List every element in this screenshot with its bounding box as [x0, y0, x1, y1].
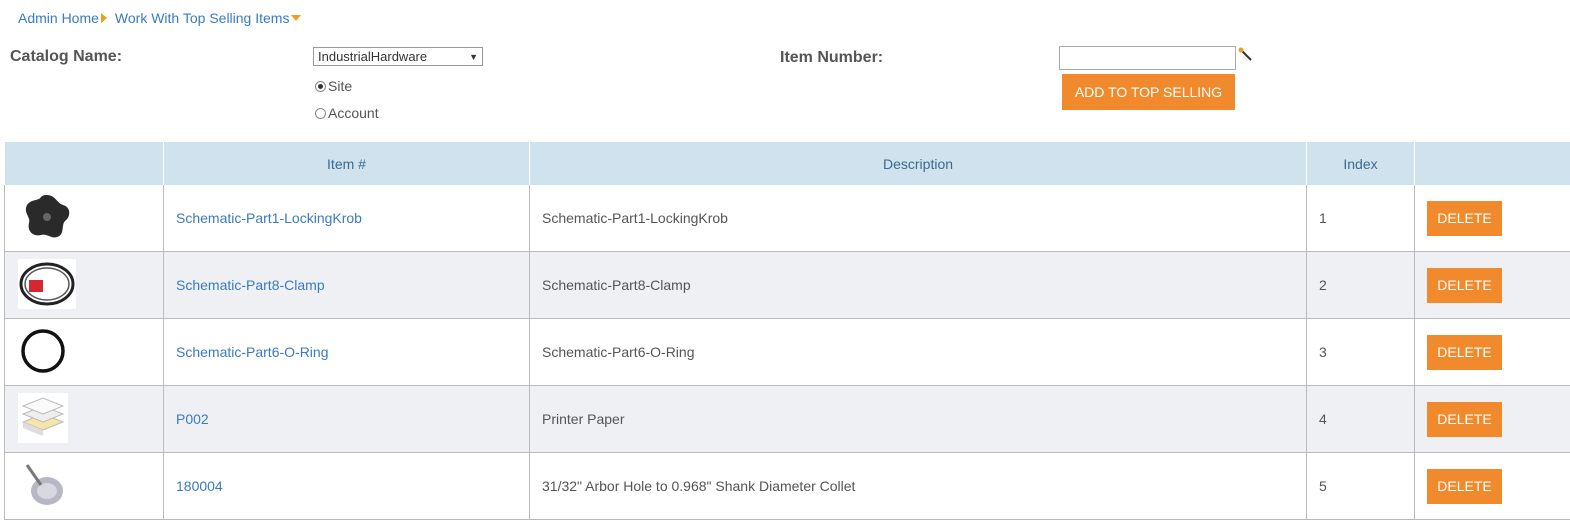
catalog-name-label: Catalog Name: [10, 48, 122, 66]
delete-button[interactable]: DELETE [1427, 201, 1502, 236]
breadcrumb-separator-icon [101, 13, 107, 23]
dropdown-arrow-icon: ▼ [469, 52, 478, 62]
item-link[interactable]: P002 [176, 411, 209, 427]
image-cell [5, 453, 164, 520]
description-cell: Schematic-Part1-LockingKrob [530, 185, 1307, 252]
item-number-cell: Schematic-Part6-O-Ring [164, 319, 530, 386]
catalog-select-value: IndustrialHardware [318, 49, 427, 64]
radio-account-label: Account [328, 105, 379, 121]
table-header-row: Item # Description Index [5, 142, 1570, 185]
image-cell [5, 319, 164, 386]
image-cell [5, 185, 164, 252]
action-cell: DELETE [1415, 453, 1570, 520]
locking-knob-image [17, 191, 77, 243]
breadcrumb-admin-home[interactable]: Admin Home [18, 10, 99, 26]
header-item-number: Item # [164, 142, 530, 185]
radio-site-label: Site [328, 78, 352, 94]
table-row: Schematic-Part8-Clamp Schematic-Part8-Cl… [5, 252, 1570, 319]
clamp-image [17, 258, 77, 310]
item-number-cell: 180004 [164, 453, 530, 520]
delete-button[interactable]: DELETE [1427, 268, 1502, 303]
description-cell: Printer Paper [530, 386, 1307, 453]
item-number-cell: Schematic-Part1-LockingKrob [164, 185, 530, 252]
index-cell: 3 [1307, 319, 1415, 386]
item-number-cell: Schematic-Part8-Clamp [164, 252, 530, 319]
radio-site[interactable]: Site [315, 78, 352, 94]
radio-account-button[interactable] [315, 108, 326, 119]
index-cell: 4 [1307, 386, 1415, 453]
action-cell: DELETE [1415, 185, 1570, 252]
table-row: 180004 31/32" Arbor Hole to 0.968" Shank… [5, 453, 1570, 520]
item-number-cell: P002 [164, 386, 530, 453]
description-cell: Schematic-Part6-O-Ring [530, 319, 1307, 386]
printer-paper-image [17, 392, 77, 444]
chevron-down-icon[interactable] [291, 15, 301, 21]
action-cell: DELETE [1415, 386, 1570, 453]
catalog-select[interactable]: IndustrialHardware ▼ [313, 47, 483, 66]
item-link[interactable]: Schematic-Part8-Clamp [176, 277, 325, 293]
radio-site-button[interactable] [315, 81, 326, 92]
action-cell: DELETE [1415, 252, 1570, 319]
table-row: Schematic-Part1-LockingKrob Schematic-Pa… [5, 185, 1570, 252]
index-cell: 2 [1307, 252, 1415, 319]
image-cell [5, 252, 164, 319]
add-to-top-selling-button[interactable]: ADD TO TOP SELLING [1062, 74, 1235, 110]
collet-image [17, 459, 77, 511]
header-description: Description [530, 142, 1307, 185]
header-image [5, 142, 164, 185]
item-link[interactable]: Schematic-Part1-LockingKrob [176, 210, 362, 226]
header-actions [1415, 142, 1570, 185]
item-number-input[interactable] [1059, 46, 1236, 70]
table-row: P002 Printer Paper 4 DELETE [5, 386, 1570, 453]
item-link[interactable]: Schematic-Part6-O-Ring [176, 344, 329, 360]
item-number-label: Item Number: [780, 49, 883, 67]
delete-button[interactable]: DELETE [1427, 402, 1502, 437]
image-cell [5, 386, 164, 453]
description-cell: Schematic-Part8-Clamp [530, 252, 1307, 319]
radio-account[interactable]: Account [315, 105, 379, 121]
index-cell: 1 [1307, 185, 1415, 252]
header-index: Index [1307, 142, 1415, 185]
description-cell: 31/32" Arbor Hole to 0.968" Shank Diamet… [530, 453, 1307, 520]
delete-button[interactable]: DELETE [1427, 469, 1502, 504]
table-row: Schematic-Part6-O-Ring Schematic-Part6-O… [5, 319, 1570, 386]
item-link[interactable]: 180004 [176, 478, 223, 494]
o-ring-image [17, 325, 77, 377]
breadcrumb-current[interactable]: Work With Top Selling Items [115, 10, 290, 26]
breadcrumb: Admin Home Work With Top Selling Items [18, 10, 301, 26]
delete-button[interactable]: DELETE [1427, 335, 1502, 370]
top-selling-table: Item # Description Index Schematic-Part1… [4, 142, 1570, 520]
index-cell: 5 [1307, 453, 1415, 520]
action-cell: DELETE [1415, 319, 1570, 386]
lookup-icon[interactable] [1238, 47, 1254, 63]
